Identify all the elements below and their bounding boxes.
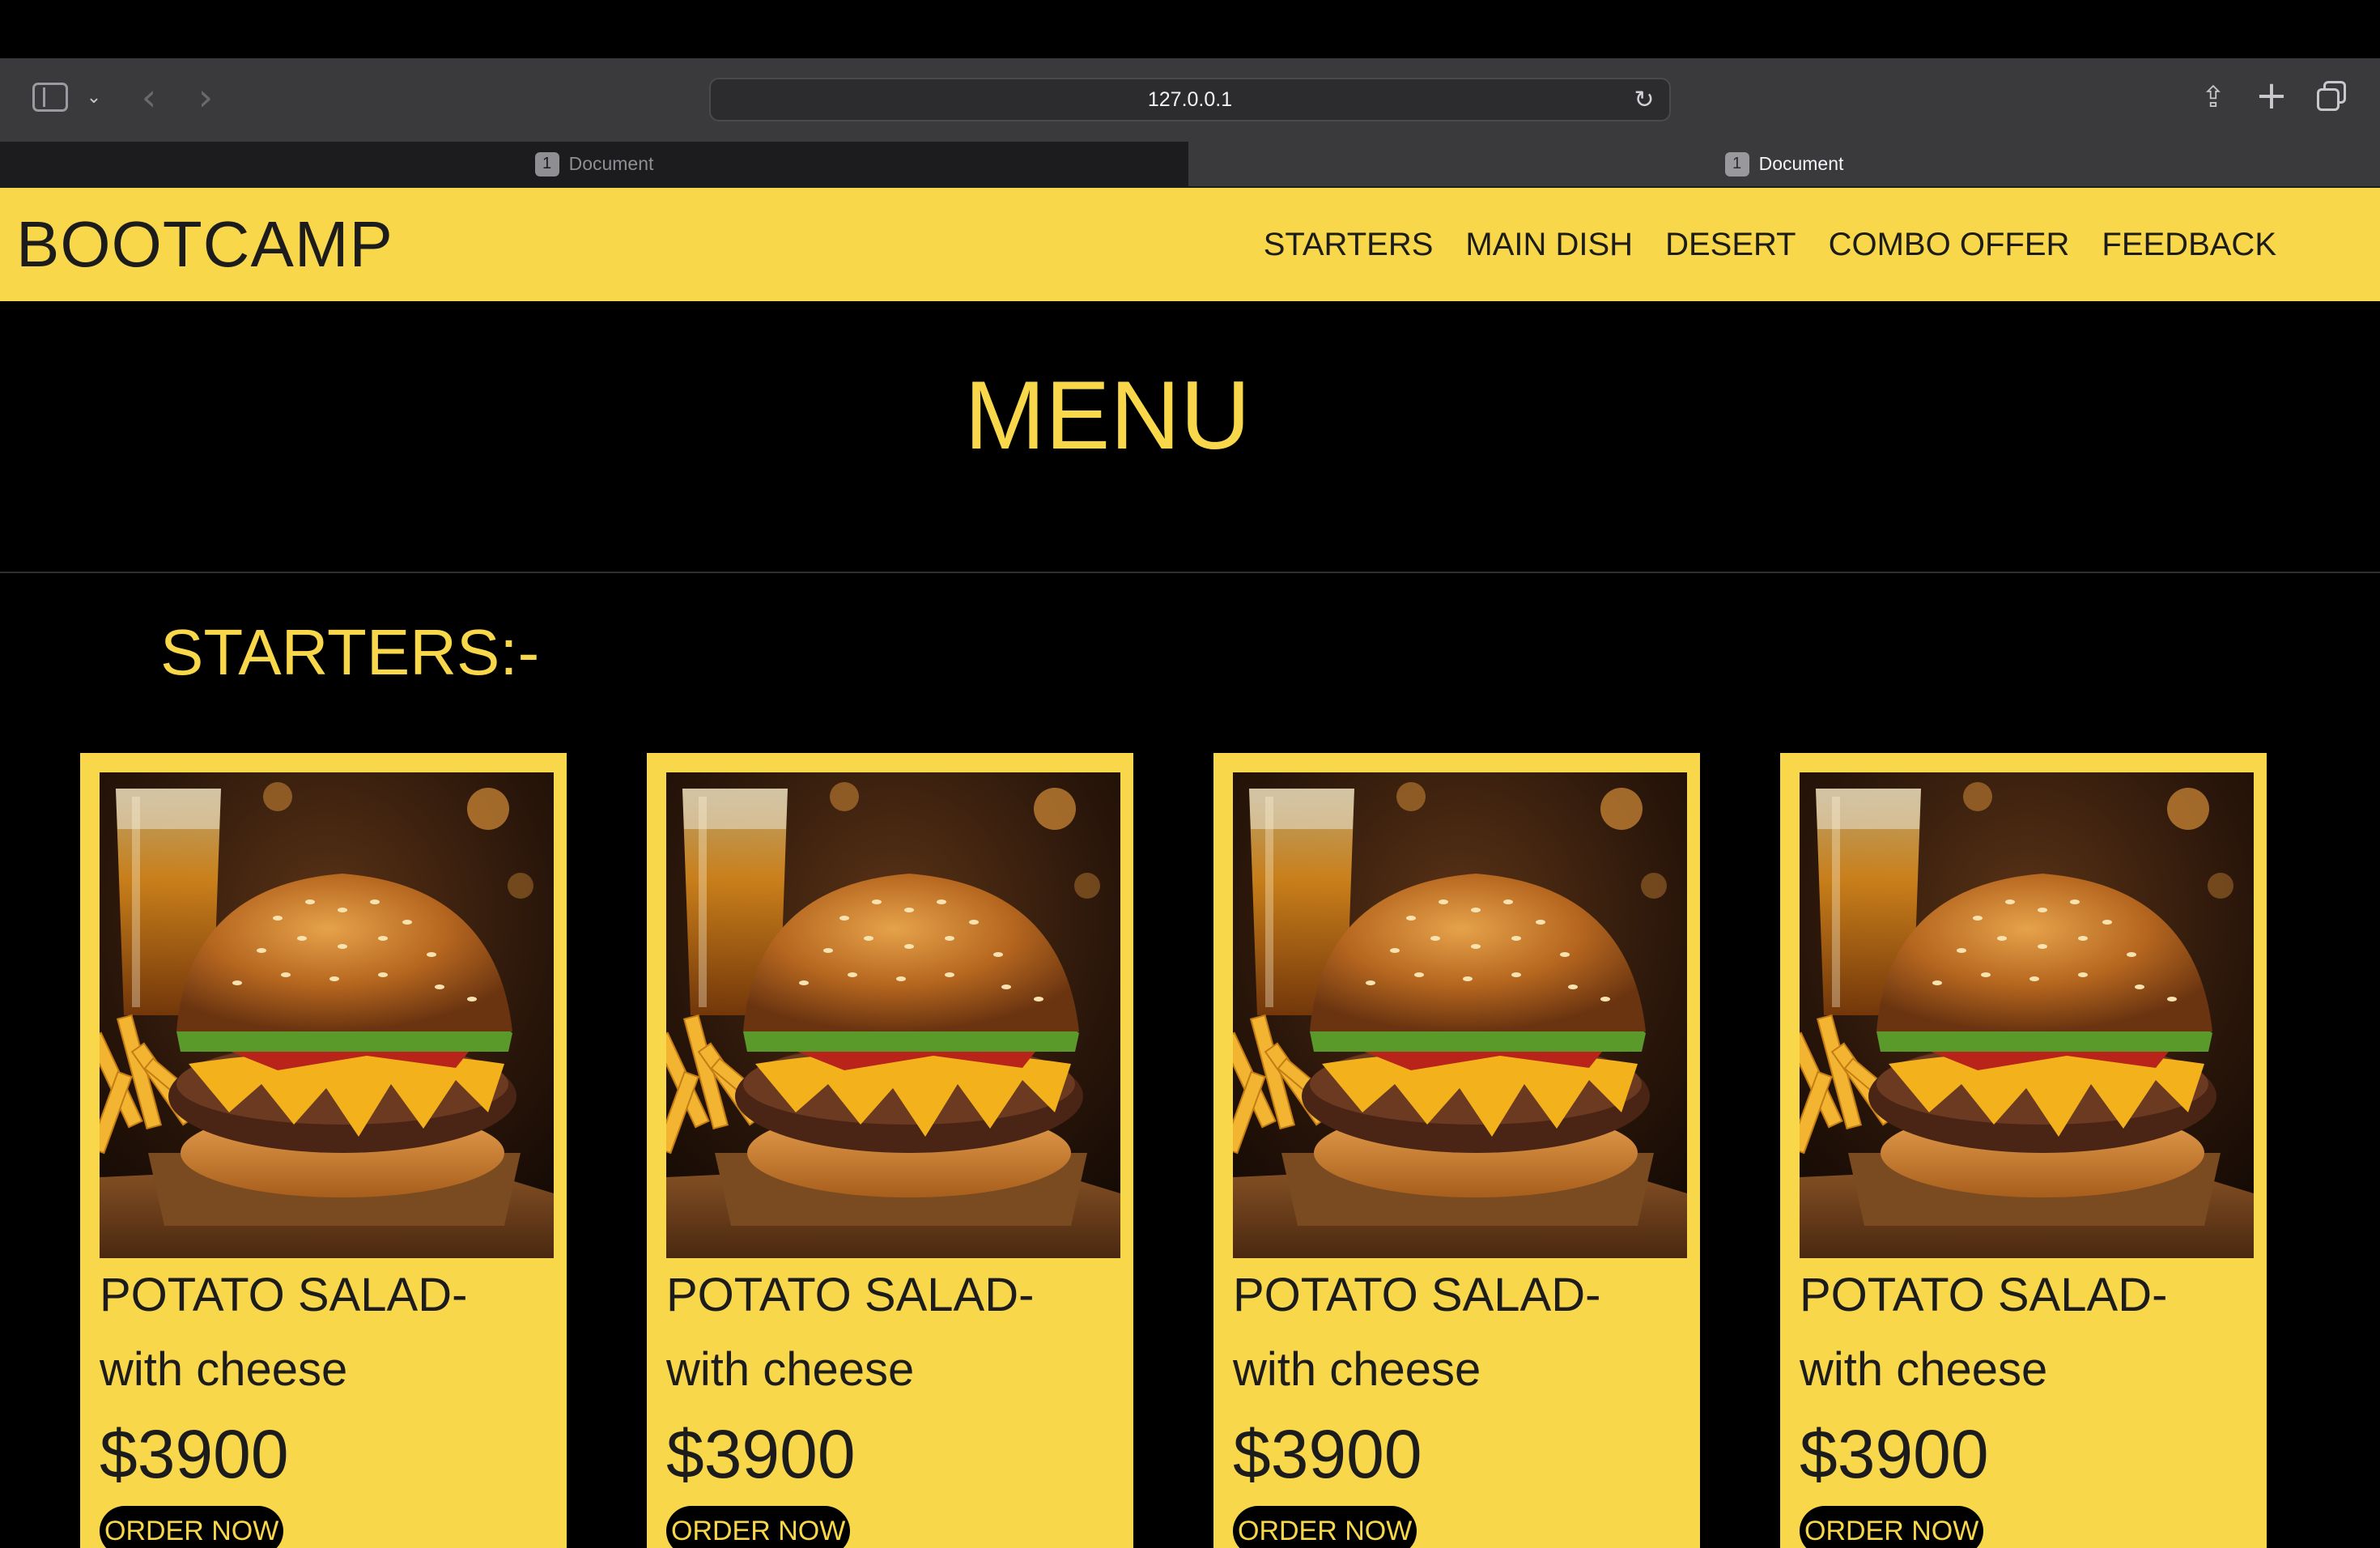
tab-badge: 1 (534, 151, 559, 176)
menu-card: POTATO SALAD- with cheese $3900 ORDER NO… (80, 753, 567, 1548)
menu-card: POTATO SALAD- with cheese $3900 ORDER NO… (647, 753, 1133, 1548)
menu-hero: MENU (0, 301, 2380, 573)
nav-link-feedback[interactable]: FEEDBACK (2102, 227, 2276, 263)
site-navbar: BOOTCAMP STARTERS MAIN DISH DESERT COMBO… (0, 188, 2380, 301)
dish-description: with cheese (100, 1343, 348, 1396)
brand-logo[interactable]: BOOTCAMP (16, 188, 393, 301)
dish-price: $3900 (100, 1416, 289, 1492)
tab-document-2[interactable]: 1 Document (1188, 142, 2380, 186)
address-bar[interactable]: 127.0.0.1 ↻ (709, 78, 1671, 121)
menu-card: POTATO SALAD- with cheese $3900 ORDER NO… (1780, 753, 2267, 1548)
sidebar-toggle-icon[interactable] (32, 83, 68, 112)
dish-name: POTATO SALAD- (100, 1269, 468, 1321)
dish-name: POTATO SALAD- (666, 1269, 1035, 1321)
dish-name: POTATO SALAD- (1233, 1269, 1601, 1321)
dish-price: $3900 (666, 1416, 856, 1492)
section-title: STARTERS:- (160, 616, 540, 688)
dish-description: with cheese (666, 1343, 915, 1396)
burger-image (1233, 772, 1687, 1258)
nav-link-combo-offer[interactable]: COMBO OFFER (1829, 227, 2070, 263)
menu-card: POTATO SALAD- with cheese $3900 ORDER NO… (1213, 753, 1700, 1548)
browser-toolbar: ⌄ ‹ › 127.0.0.1 ↻ ⇪ + (0, 58, 2380, 142)
nav-link-main-dish[interactable]: MAIN DISH (1465, 227, 1633, 263)
dish-name: POTATO SALAD- (1800, 1269, 2168, 1321)
tab-overview-icon[interactable] (2315, 81, 2348, 113)
new-tab-icon[interactable]: + (2255, 73, 2288, 118)
browser-chrome: ⌄ ‹ › 127.0.0.1 ↻ ⇪ + 1 Document 1 Docum… (0, 0, 2380, 188)
order-now-button[interactable]: ORDER NOW (1233, 1506, 1417, 1548)
order-now-button[interactable]: ORDER NOW (100, 1506, 284, 1548)
tab-badge: 1 (1724, 151, 1749, 176)
burger-image (666, 772, 1120, 1258)
share-icon[interactable]: ⇪ (2197, 76, 2229, 118)
burger-image (1800, 772, 2254, 1258)
burger-image (100, 772, 554, 1258)
tab-label: Document (1758, 153, 1844, 174)
tab-label: Document (568, 153, 654, 174)
tab-bar: 1 Document 1 Document (0, 142, 2380, 188)
dish-price: $3900 (1233, 1416, 1422, 1492)
address-bar-url[interactable]: 127.0.0.1 (711, 79, 1669, 120)
nav-link-starters[interactable]: STARTERS (1264, 227, 1434, 263)
dish-description: with cheese (1233, 1343, 1481, 1396)
nav-links: STARTERS MAIN DISH DESERT COMBO OFFER FE… (1264, 188, 2276, 301)
dish-price: $3900 (1800, 1416, 1989, 1492)
forward-arrow-icon[interactable]: › (191, 75, 220, 119)
back-arrow-icon[interactable]: ‹ (134, 75, 164, 119)
nav-link-desert[interactable]: DESERT (1665, 227, 1796, 263)
reload-icon[interactable]: ↻ (1630, 86, 1658, 114)
order-now-button[interactable]: ORDER NOW (1800, 1506, 1984, 1548)
chevron-down-icon[interactable]: ⌄ (84, 83, 104, 112)
dish-description: with cheese (1800, 1343, 2048, 1396)
order-now-button[interactable]: ORDER NOW (666, 1506, 851, 1548)
tab-document-1[interactable]: 1 Document (0, 142, 1188, 186)
page-title: MENU (964, 361, 1251, 470)
